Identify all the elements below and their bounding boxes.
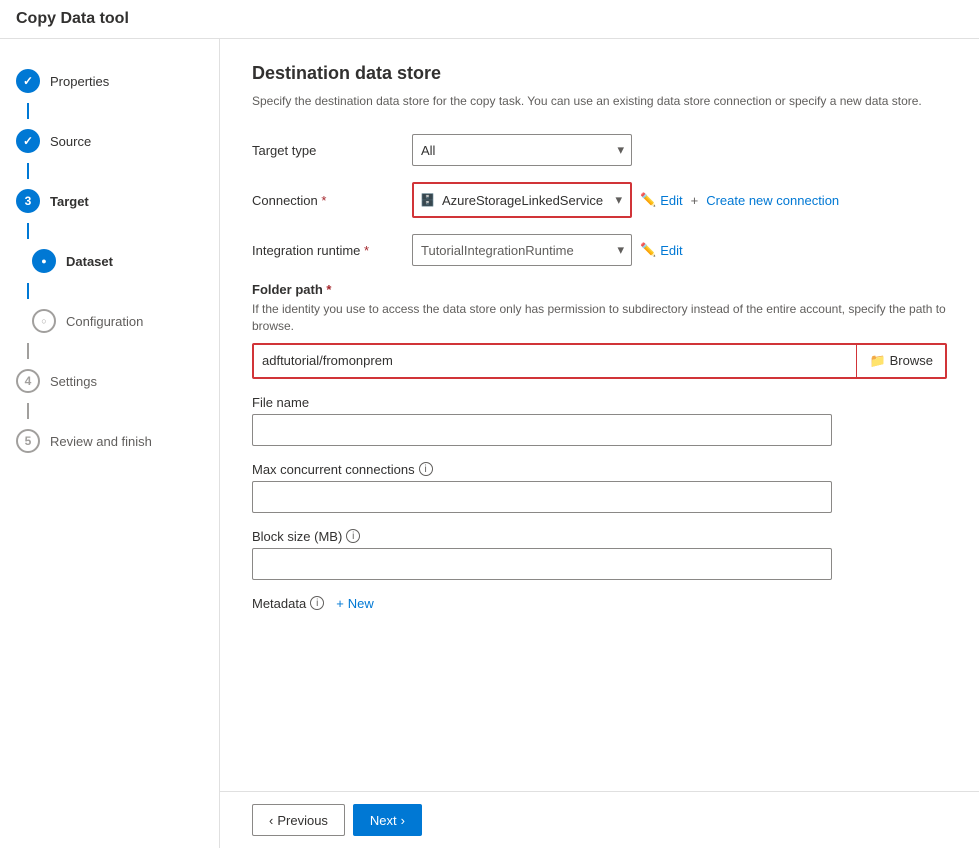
block-size-section: Block size (MB) i	[252, 529, 947, 580]
step-circle-target: 3	[16, 189, 40, 213]
metadata-row: Metadata i + New	[252, 596, 947, 611]
connector-6	[27, 403, 29, 419]
connector-5	[27, 343, 29, 359]
folder-icon: 📁	[869, 353, 885, 369]
connection-row: Connection 🗄️ AzureStorageLinkedService …	[252, 182, 947, 218]
file-name-input[interactable]	[252, 414, 832, 446]
step-circle-properties: ✓	[16, 69, 40, 93]
connection-select-wrapper: 🗄️ AzureStorageLinkedService ▾	[412, 182, 632, 218]
section-desc: Specify the destination data store for t…	[252, 92, 947, 110]
metadata-label: Metadata i	[252, 596, 324, 611]
max-connections-section: Max concurrent connections i	[252, 462, 947, 513]
integration-runtime-select[interactable]: TutorialIntegrationRuntime	[412, 234, 632, 266]
metadata-info-icon: i	[310, 596, 324, 610]
edit-pencil-icon: ✏️	[640, 192, 656, 208]
content-area: Destination data store Specify the desti…	[220, 39, 979, 848]
step-circle-configuration: ○	[32, 309, 56, 333]
sidebar-label-review: Review and finish	[50, 434, 152, 449]
connection-inner-row: 🗄️ AzureStorageLinkedService ▾ ✏️ Edit +	[412, 182, 947, 218]
target-type-control: All Azure Blob Storage Azure SQL ▾	[412, 134, 947, 166]
integration-runtime-label: Integration runtime	[252, 243, 412, 258]
integration-runtime-row: Integration runtime TutorialIntegrationR…	[252, 234, 947, 266]
sidebar-item-settings[interactable]: 4 Settings	[0, 359, 219, 403]
browse-button[interactable]: 📁 Browse	[856, 345, 945, 377]
file-name-section: File name	[252, 395, 947, 446]
integration-select-wrapper: TutorialIntegrationRuntime ▾	[412, 234, 632, 266]
block-size-label: Block size (MB) i	[252, 529, 947, 544]
chevron-right-icon: ›	[401, 813, 405, 828]
new-metadata-button[interactable]: + New	[336, 596, 374, 611]
previous-button[interactable]: ‹ Previous	[252, 804, 345, 836]
folder-path-input[interactable]	[254, 345, 856, 377]
connection-label: Connection	[252, 193, 412, 208]
step-circle-review: 5	[16, 429, 40, 453]
sidebar-label-configuration: Configuration	[66, 314, 143, 329]
separator: +	[691, 193, 699, 208]
app-title: Copy Data tool	[0, 0, 979, 39]
step-circle-settings: 4	[16, 369, 40, 393]
block-size-input[interactable]	[252, 548, 832, 580]
integration-runtime-control: TutorialIntegrationRuntime ▾ ✏️ Edit	[412, 234, 947, 266]
target-type-select-wrapper: All Azure Blob Storage Azure SQL ▾	[412, 134, 632, 166]
edit-connection-link[interactable]: ✏️ Edit	[640, 192, 683, 208]
sidebar-label-source: Source	[50, 134, 91, 149]
folder-path-hint: If the identity you use to access the da…	[252, 301, 947, 335]
connection-select[interactable]: AzureStorageLinkedService	[414, 184, 630, 216]
sidebar-item-review[interactable]: 5 Review and finish	[0, 419, 219, 463]
sidebar-item-properties[interactable]: ✓ Properties	[0, 59, 219, 103]
sidebar-label-dataset: Dataset	[66, 254, 113, 269]
sidebar-item-configuration[interactable]: ○ Configuration	[0, 299, 219, 343]
block-size-info-icon: i	[346, 529, 360, 543]
chevron-left-icon: ‹	[269, 813, 273, 828]
sidebar-label-properties: Properties	[50, 74, 109, 89]
next-button[interactable]: Next ›	[353, 804, 422, 836]
sidebar: ✓ Properties ✓ Source 3 Target ● Dataset…	[0, 39, 220, 848]
integration-edit-icon: ✏️	[640, 242, 656, 258]
target-type-row: Target type All Azure Blob Storage Azure…	[252, 134, 947, 166]
edit-integration-link[interactable]: ✏️ Edit	[640, 242, 683, 258]
connector-4	[27, 283, 29, 299]
sidebar-item-source[interactable]: ✓ Source	[0, 119, 219, 163]
sidebar-label-settings: Settings	[50, 374, 97, 389]
max-connections-input[interactable]	[252, 481, 832, 513]
sidebar-label-target: Target	[50, 194, 89, 209]
folder-path-input-row: 📁 Browse	[252, 343, 947, 379]
plus-icon: +	[336, 596, 344, 611]
connection-control: 🗄️ AzureStorageLinkedService ▾ ✏️ Edit +	[412, 182, 947, 218]
sidebar-item-dataset[interactable]: ● Dataset	[0, 239, 219, 283]
content-scroll: Destination data store Specify the desti…	[220, 39, 979, 791]
max-connections-info-icon: i	[419, 462, 433, 476]
integration-inner-row: TutorialIntegrationRuntime ▾ ✏️ Edit	[412, 234, 947, 266]
create-connection-link[interactable]: Create new connection	[706, 193, 839, 208]
step-circle-source: ✓	[16, 129, 40, 153]
connector-1	[27, 103, 29, 119]
max-connections-label: Max concurrent connections i	[252, 462, 947, 477]
section-title: Destination data store	[252, 63, 947, 84]
folder-path-section: Folder path * If the identity you use to…	[252, 282, 947, 379]
target-type-label: Target type	[252, 143, 412, 158]
file-name-label: File name	[252, 395, 947, 410]
folder-path-label: Folder path *	[252, 282, 947, 297]
metadata-section: Metadata i + New	[252, 596, 947, 611]
step-circle-dataset: ●	[32, 249, 56, 273]
sidebar-item-target[interactable]: 3 Target	[0, 179, 219, 223]
footer: ‹ Previous Next ›	[220, 791, 979, 848]
connector-2	[27, 163, 29, 179]
connector-3	[27, 223, 29, 239]
target-type-select[interactable]: All Azure Blob Storage Azure SQL	[412, 134, 632, 166]
